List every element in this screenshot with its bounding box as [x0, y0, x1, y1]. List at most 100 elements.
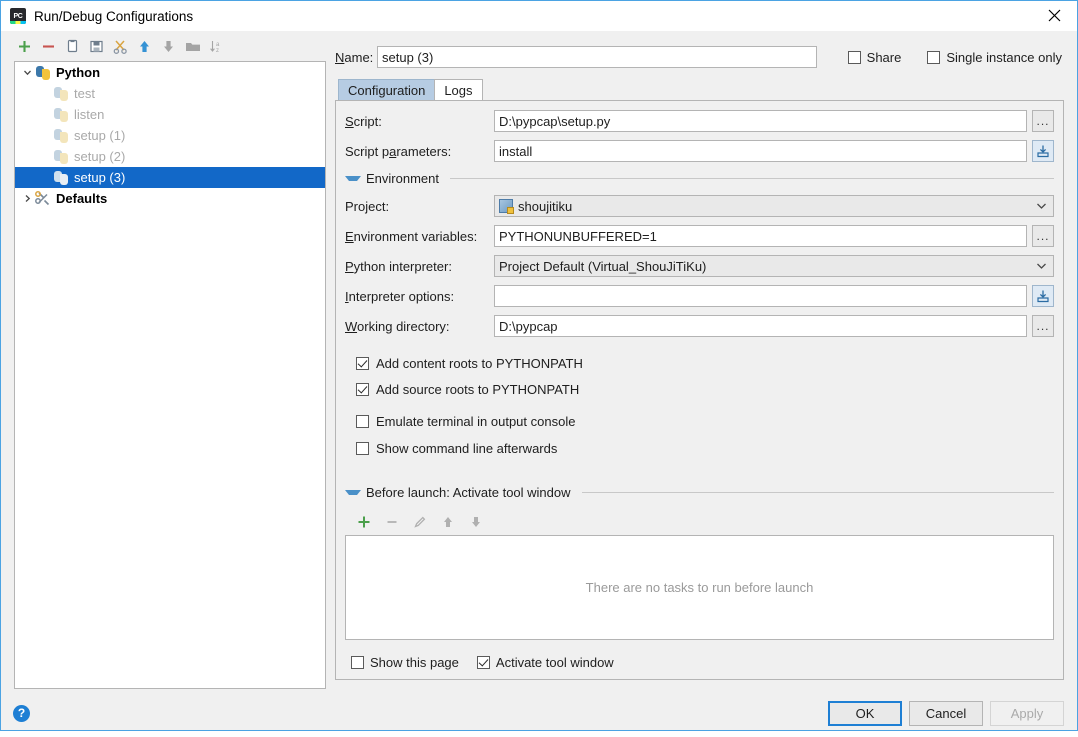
activate-tool-window-checkbox-box[interactable] [476, 655, 490, 669]
remove-configuration-button[interactable] [38, 36, 59, 57]
show-this-page-checkbox[interactable]: Show this page [351, 655, 459, 670]
tab-configuration-label: Configuration [348, 82, 426, 98]
environment-variables-label: Environment variables: [345, 228, 478, 244]
environment-variables-input[interactable] [494, 225, 1027, 247]
scissors-icon[interactable] [110, 36, 131, 57]
python-icon [53, 149, 69, 165]
save-configuration-button[interactable] [86, 36, 107, 57]
tree-node-python[interactable]: Python [15, 62, 325, 83]
interpreter-options-label: Interpreter options: [345, 288, 455, 304]
remove-task-button [381, 512, 402, 533]
add-content-roots-checkbox-box[interactable] [356, 356, 369, 370]
share-label: Share [866, 49, 902, 65]
apply-button-label: Apply [1010, 705, 1044, 721]
single-instance-checkbox[interactable]: Single instance only [927, 50, 1062, 65]
show-this-page-checkbox-box[interactable] [351, 655, 364, 669]
share-checkbox[interactable]: Share [847, 49, 902, 65]
ok-button[interactable]: OK [828, 700, 902, 726]
close-icon[interactable] [1031, 1, 1077, 30]
ellipsis-icon: ... [1036, 319, 1050, 333]
show-this-page-label: Show this page [370, 654, 459, 670]
run-debug-configurations-dialog: PC Run/Debug Configurations a z Python t… [0, 0, 1078, 731]
move-down-button [158, 36, 179, 57]
tree-node-label: setup (1) [74, 128, 126, 143]
script-parameters-row: Script parameters: [345, 140, 1054, 162]
python-interpreter-row: Python interpreter: Project Default (Vir… [345, 255, 1054, 277]
show-command-line-checkbox-box[interactable] [356, 441, 369, 455]
add-content-roots-checkbox[interactable]: Add content roots to PYTHONPATH [356, 353, 1054, 373]
chevron-down-icon[interactable] [19, 68, 35, 77]
dialog-body: a z Python test listen setup (1) setup (… [1, 31, 1077, 689]
cancel-button-label: Cancel [925, 705, 967, 721]
working-directory-label: Working directory: [345, 318, 450, 334]
share-checkbox-box[interactable] [847, 50, 861, 64]
script-label: Script: [345, 113, 382, 129]
svg-text:z: z [216, 48, 219, 54]
project-value: shoujitiku [518, 198, 573, 214]
tree-node-test[interactable]: test [15, 83, 325, 104]
environment-section-label: Environment [366, 171, 439, 186]
python-icon [53, 107, 69, 123]
pycharm-icon: PC [10, 8, 26, 24]
expand-macros-icon[interactable] [1032, 140, 1054, 162]
expand-macros-icon[interactable] [1032, 285, 1054, 307]
copy-configuration-button[interactable] [62, 36, 83, 57]
name-row-options: Share Single instance only [847, 49, 1064, 65]
before-launch-header[interactable]: Before launch: Activate tool window [345, 485, 1054, 500]
add-configuration-button[interactable] [14, 36, 35, 57]
move-task-up-button [437, 512, 458, 533]
ellipsis-icon: ... [1036, 229, 1050, 243]
chevron-down-icon[interactable] [1036, 262, 1049, 270]
triangle-down-icon[interactable] [345, 490, 361, 495]
tree-node-setup-3[interactable]: setup (3) [15, 167, 325, 188]
emulate-terminal-label: Emulate terminal in output console [376, 413, 576, 429]
script-parameters-input[interactable] [494, 140, 1027, 162]
configurations-tree[interactable]: Python test listen setup (1) setup (2) s… [14, 61, 326, 689]
environment-section-header[interactable]: Environment [345, 171, 1054, 186]
python-icon [53, 86, 69, 102]
tree-node-setup-1[interactable]: setup (1) [15, 125, 325, 146]
python-interpreter-combo[interactable]: Project Default (Virtual_ShouJiTiKu) [494, 255, 1054, 277]
tab-configuration[interactable]: Configuration [338, 79, 436, 100]
add-source-roots-checkbox-box[interactable] [356, 382, 369, 396]
show-command-line-checkbox[interactable]: Show command line afterwards [356, 438, 1054, 458]
project-combo[interactable]: shoujitiku [494, 195, 1054, 217]
activate-tool-window-checkbox[interactable]: Activate tool window [476, 654, 614, 670]
chevron-right-icon[interactable] [19, 194, 35, 203]
chevron-down-icon[interactable] [1036, 202, 1049, 210]
before-launch-task-list[interactable]: There are no tasks to run before launch [345, 535, 1054, 640]
emulate-terminal-checkbox-box[interactable] [356, 414, 369, 428]
tree-node-listen[interactable]: listen [15, 104, 325, 125]
single-instance-checkbox-box[interactable] [927, 50, 941, 64]
add-source-roots-checkbox[interactable]: Add source roots to PYTHONPATH [356, 379, 1054, 399]
activate-tool-window-label: Activate tool window [495, 654, 614, 670]
help-glyph: ? [17, 706, 26, 720]
interpreter-options-row: Interpreter options: [345, 285, 1054, 307]
name-input[interactable] [377, 46, 817, 68]
script-row: Script: ... [345, 110, 1054, 132]
script-input[interactable] [494, 110, 1027, 132]
apply-button: Apply [990, 700, 1064, 726]
single-instance-label: Single instance only [946, 49, 1062, 65]
move-up-button[interactable] [134, 36, 155, 57]
cancel-button[interactable]: Cancel [909, 700, 983, 726]
working-directory-browse-button[interactable]: ... [1032, 315, 1054, 337]
dialog-buttons: OK Cancel Apply [828, 700, 1064, 726]
wrench-icon [35, 190, 51, 207]
add-task-button[interactable] [353, 512, 374, 533]
tree-node-label: listen [74, 107, 105, 122]
tab-logs[interactable]: Logs [434, 79, 483, 100]
python-icon [53, 128, 69, 144]
interpreter-options-input[interactable] [494, 285, 1027, 307]
working-directory-input[interactable] [494, 315, 1027, 337]
script-browse-button[interactable]: ... [1032, 110, 1054, 132]
triangle-down-icon[interactable] [345, 176, 361, 181]
help-icon[interactable]: ? [13, 704, 30, 722]
emulate-terminal-checkbox[interactable]: Emulate terminal in output console [356, 411, 1054, 431]
title-bar: PC Run/Debug Configurations [1, 1, 1077, 31]
python-icon [53, 170, 69, 186]
tree-node-setup-2[interactable]: setup (2) [15, 146, 325, 167]
configuration-tab-panel: Script: ... Script parameters: [335, 100, 1064, 680]
tree-node-defaults[interactable]: Defaults [15, 188, 325, 209]
environment-variables-browse-button[interactable]: ... [1032, 225, 1054, 247]
